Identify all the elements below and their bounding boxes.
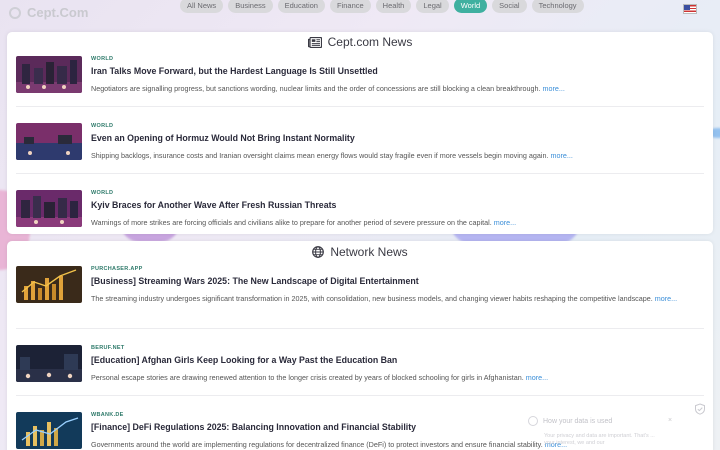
- category-all-news[interactable]: All News: [180, 0, 224, 13]
- news-source: WORLD: [91, 56, 114, 62]
- category-nav: All News Business Education Finance Heal…: [180, 0, 584, 13]
- news-title[interactable]: Kyiv Braces for Another Wave After Fresh…: [91, 200, 703, 211]
- divider: [16, 173, 704, 174]
- news-source: WORLD: [91, 190, 114, 196]
- divider: [16, 106, 704, 107]
- category-technology[interactable]: Technology: [531, 0, 584, 13]
- news-description: The streaming industry undergoes signifi…: [91, 293, 703, 304]
- category-finance[interactable]: Finance: [329, 0, 371, 13]
- category-health[interactable]: Health: [375, 0, 412, 13]
- news-description: Negotiators are signalling progress, but…: [91, 83, 703, 94]
- news-description-text: Shipping backlogs, insurance costs and I…: [91, 151, 549, 160]
- top-bar: Cept.Com All News Business Education Fin…: [0, 0, 720, 22]
- more-link[interactable]: more...: [550, 151, 572, 160]
- news-thumbnail[interactable]: [16, 56, 82, 93]
- network-news-title: Network News: [330, 245, 408, 259]
- privacy-title: How your data is used: [543, 418, 613, 425]
- news-description-text: The streaming industry undergoes signifi…: [91, 294, 653, 303]
- more-link[interactable]: more...: [526, 373, 548, 382]
- news-thumbnail[interactable]: [16, 412, 82, 449]
- news-description-text: Negotiators are signalling progress, but…: [91, 84, 541, 93]
- site-logo[interactable]: Cept.Com: [9, 5, 88, 20]
- us-flag-icon[interactable]: [683, 4, 697, 14]
- cept-news-panel: Cept.com News WORLD Iran Talks Move Forw…: [7, 32, 713, 234]
- news-thumbnail[interactable]: [16, 266, 82, 303]
- news-source: PURCHASER.APP: [91, 266, 143, 272]
- more-link[interactable]: more...: [494, 218, 516, 227]
- more-link[interactable]: more...: [542, 84, 564, 93]
- news-thumbnail[interactable]: [16, 190, 82, 227]
- news-title[interactable]: [Business] Streaming Wars 2025: The New …: [91, 276, 703, 287]
- more-link[interactable]: more...: [655, 294, 677, 303]
- news-description-text: Personal escape stories are drawing rene…: [91, 373, 524, 382]
- cept-news-header: Cept.com News: [7, 32, 713, 52]
- category-social[interactable]: Social: [492, 0, 527, 13]
- privacy-info-icon: [528, 416, 538, 426]
- newspaper-icon: [307, 36, 322, 48]
- news-description: Personal escape stories are drawing rene…: [91, 372, 703, 383]
- cept-news-title: Cept.com News: [327, 35, 413, 49]
- news-thumbnail[interactable]: [16, 345, 82, 382]
- shield-icon[interactable]: [694, 403, 706, 415]
- news-source: WORLD: [91, 123, 114, 129]
- privacy-close-button[interactable]: ×: [668, 417, 672, 424]
- network-news-header: Network News: [7, 241, 713, 263]
- privacy-notice[interactable]: How your data is used × Your privacy and…: [522, 411, 720, 450]
- globe-icon: [312, 246, 325, 258]
- news-description: Shipping backlogs, insurance costs and I…: [91, 150, 703, 161]
- category-business[interactable]: Business: [228, 0, 273, 13]
- divider: [16, 395, 704, 396]
- news-thumbnail[interactable]: [16, 123, 82, 160]
- divider: [16, 328, 704, 329]
- category-education[interactable]: Education: [277, 0, 325, 13]
- news-title[interactable]: Even an Opening of Hormuz Would Not Brin…: [91, 133, 703, 144]
- category-world[interactable]: World: [453, 0, 488, 13]
- news-title[interactable]: [Education] Afghan Girls Keep Looking fo…: [91, 355, 703, 366]
- news-description: Warnings of more strikes are forcing off…: [91, 217, 703, 228]
- news-description-text: Governments around the world are impleme…: [91, 440, 543, 449]
- category-legal[interactable]: Legal: [416, 0, 449, 13]
- logo-icon: [9, 6, 21, 19]
- logo-text: Cept.Com: [27, 5, 89, 20]
- privacy-text: Your privacy and data are important. Tha…: [544, 433, 655, 446]
- news-source: BERUF.NET: [91, 345, 125, 351]
- news-title[interactable]: Iran Talks Move Forward, but the Hardest…: [91, 66, 703, 77]
- news-description-text: Warnings of more strikes are forcing off…: [91, 218, 492, 227]
